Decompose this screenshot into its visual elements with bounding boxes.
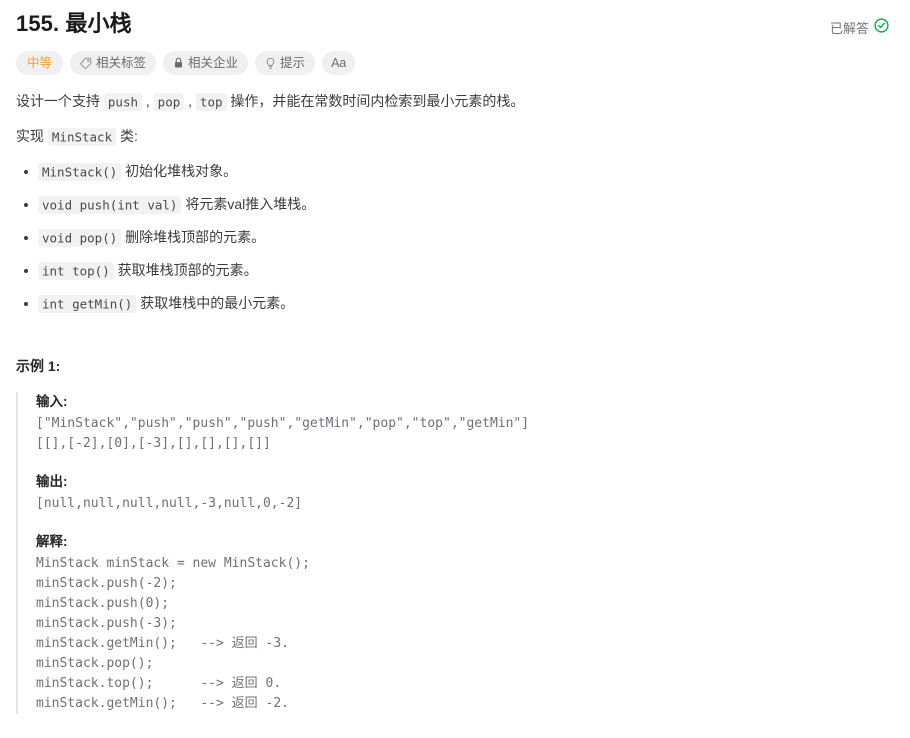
- related-companies-label: 相关企业: [188, 55, 239, 70]
- example-input-code: ["MinStack","push","push","push","getMin…: [36, 416, 530, 451]
- status-badge: 已解答: [830, 9, 894, 38]
- example-explanation-code: MinStack minStack = new MinStack(); minS…: [36, 556, 310, 711]
- desc-text-2: 操作，并能在常数时间内检索到最小元素的栈。: [226, 93, 525, 109]
- code-chip-top: top: [195, 92, 227, 111]
- font-settings-button[interactable]: Aa: [322, 51, 355, 75]
- difficulty-badge[interactable]: 中等: [16, 51, 64, 75]
- status-label: 已解答: [829, 20, 869, 36]
- impl-text-pre: 实现: [16, 128, 48, 144]
- list-item: int top() 获取堆栈顶部的元素。: [24, 260, 894, 281]
- tag-toolbar: 中等 相关标签 相关企业 提示 Aa: [16, 51, 894, 75]
- method-signature: MinStack(): [38, 162, 122, 181]
- description-paragraph-2: 实现 MinStack 类:: [16, 126, 894, 147]
- desc-sep-2: ,: [184, 93, 196, 109]
- method-description: 删除堆栈顶部的元素。: [121, 229, 266, 245]
- example-heading: 示例 1:: [16, 358, 61, 374]
- list-item: void push(int val) 将元素val推入堆栈。: [24, 194, 894, 215]
- hints-label: 提示: [280, 55, 306, 70]
- related-topics-button[interactable]: 相关标签: [70, 51, 157, 75]
- example-output-code: [null,null,null,null,-3,null,0,-2]: [36, 496, 303, 511]
- list-item: void pop() 删除堆栈顶部的元素。: [24, 227, 894, 248]
- related-companies-button[interactable]: 相关企业: [163, 51, 249, 75]
- description-content: 设计一个支持 push , pop , top 操作，并能在常数时间内检索到最小…: [16, 91, 894, 714]
- impl-text-post: 类:: [116, 128, 138, 144]
- problem-description-panel: 155. 最小栈 已解答 中等 相关标签 相关企业 提示 Aa 设计一个支持 p…: [0, 0, 910, 738]
- related-topics-label: 相关标签: [96, 55, 147, 70]
- method-description: 将元素val推入堆栈。: [181, 196, 316, 212]
- method-list: MinStack() 初始化堆栈对象。 void push(int val) 将…: [16, 161, 894, 314]
- list-item: int getMin() 获取堆栈中的最小元素。: [24, 293, 894, 314]
- code-chip-minstack: MinStack: [47, 127, 117, 146]
- method-description: 获取堆栈中的最小元素。: [136, 295, 295, 311]
- method-signature: void push(int val): [38, 195, 182, 214]
- method-description: 初始化堆栈对象。: [121, 163, 238, 179]
- code-chip-pop: pop: [153, 92, 185, 111]
- list-item: MinStack() 初始化堆栈对象。: [24, 161, 894, 182]
- hints-button[interactable]: 提示: [255, 51, 316, 75]
- example-explanation-label: 解释:: [36, 534, 68, 549]
- method-description: 获取堆栈顶部的元素。: [113, 262, 258, 278]
- code-chip-push: push: [103, 92, 142, 111]
- description-paragraph-1: 设计一个支持 push , pop , top 操作，并能在常数时间内检索到最小…: [16, 91, 894, 112]
- tag-icon: [80, 57, 92, 69]
- method-signature: int getMin(): [38, 294, 137, 313]
- lightbulb-icon: [265, 57, 276, 70]
- header: 155. 最小栈 已解答: [16, 0, 894, 39]
- method-signature: int top(): [38, 261, 114, 280]
- desc-text-1: 设计一个支持: [16, 93, 104, 109]
- desc-sep-1: ,: [142, 93, 154, 109]
- example-input-label: 输入:: [36, 394, 68, 409]
- page-title: 155. 最小栈: [16, 11, 132, 36]
- lock-icon: [173, 57, 184, 69]
- font-size-icon: Aa: [331, 55, 346, 70]
- example-block: 输入: ["MinStack","push","push","push","ge…: [16, 392, 894, 714]
- check-circle-icon: [874, 18, 889, 38]
- example-output-label: 输出:: [36, 474, 68, 489]
- method-signature: void pop(): [38, 228, 122, 247]
- difficulty-label: 中等: [27, 55, 53, 70]
